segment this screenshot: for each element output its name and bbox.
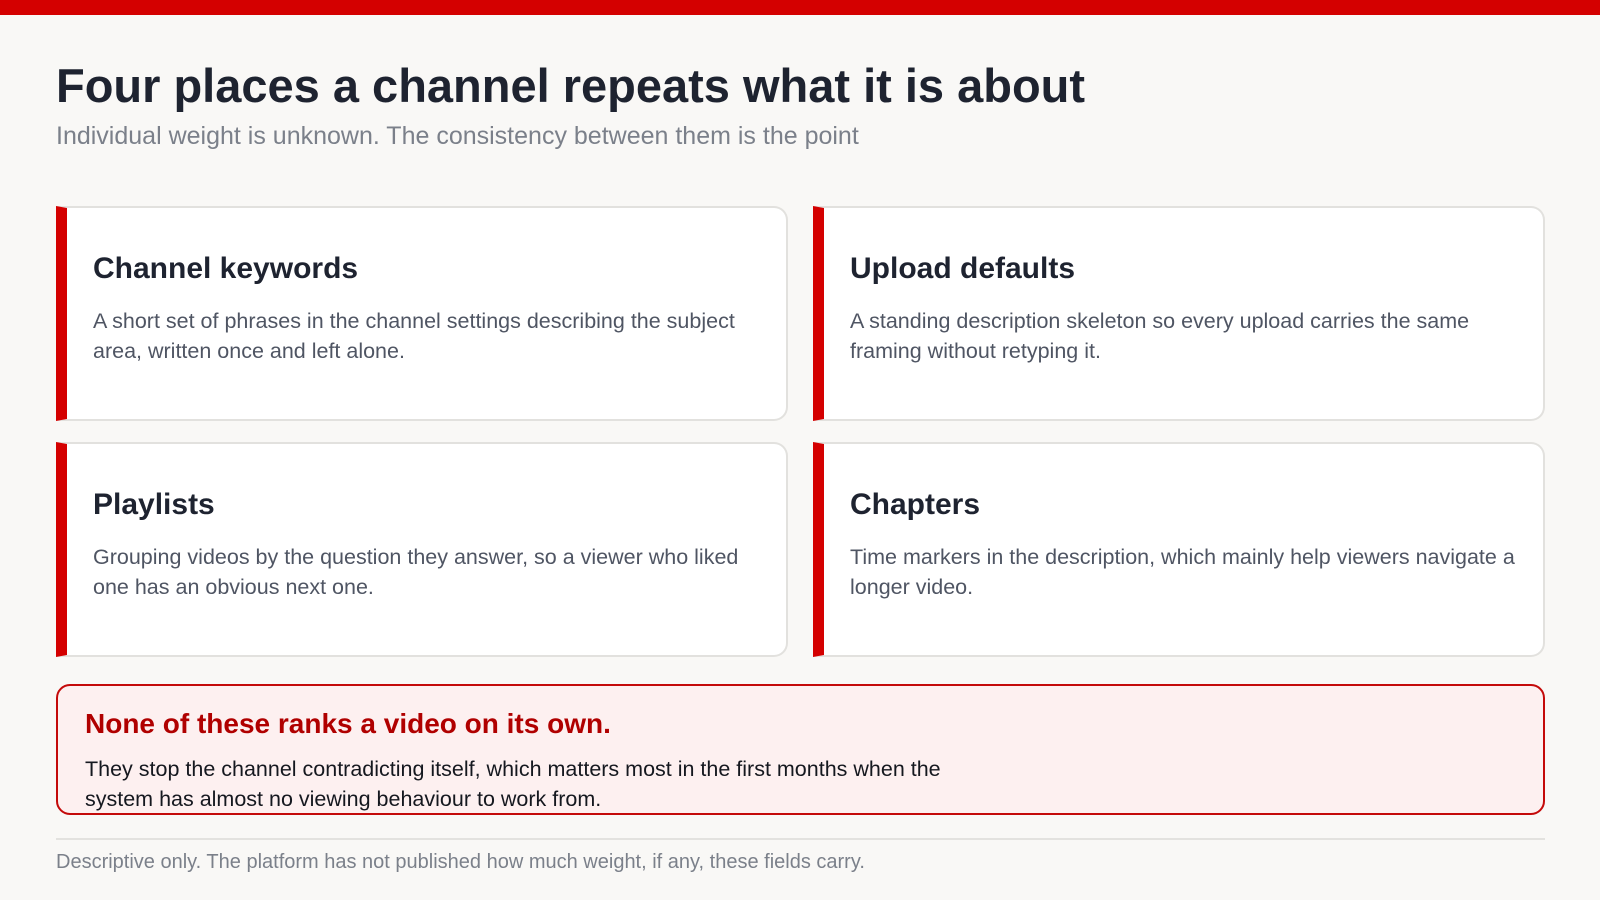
card-chapters: Chapters Time markers in the description… bbox=[813, 442, 1545, 657]
footer-divider bbox=[56, 838, 1545, 840]
callout-box: None of these ranks a video on its own. … bbox=[56, 684, 1545, 815]
card-body: Grouping videos by the question they ans… bbox=[93, 545, 739, 599]
top-accent-bar bbox=[0, 0, 1600, 15]
card-channel-keywords: Channel keywords A short set of phrases … bbox=[56, 206, 788, 421]
card-heading: Upload defaults bbox=[850, 252, 1076, 285]
callout-body: They stop the channel contradicting itse… bbox=[85, 757, 941, 811]
card-heading: Channel keywords bbox=[93, 252, 359, 285]
card-upload-defaults: Upload defaults A standing description s… bbox=[813, 206, 1545, 421]
card-playlists: Playlists Grouping videos by the questio… bbox=[56, 442, 788, 657]
card-body: A short set of phrases in the channel se… bbox=[93, 309, 735, 363]
card-heading: Playlists bbox=[93, 488, 215, 521]
card-heading: Chapters bbox=[850, 488, 981, 521]
page-title: Four places a channel repeats what it is… bbox=[56, 59, 1086, 112]
card-body: A standing description skeleton so every… bbox=[850, 309, 1470, 363]
callout-heading: None of these ranks a video on its own. bbox=[85, 708, 611, 739]
card-body: Time markers in the description, which m… bbox=[850, 545, 1515, 599]
page-subtitle: Individual weight is unknown. The consis… bbox=[56, 122, 859, 150]
footnote: Descriptive only. The platform has not p… bbox=[56, 851, 865, 873]
